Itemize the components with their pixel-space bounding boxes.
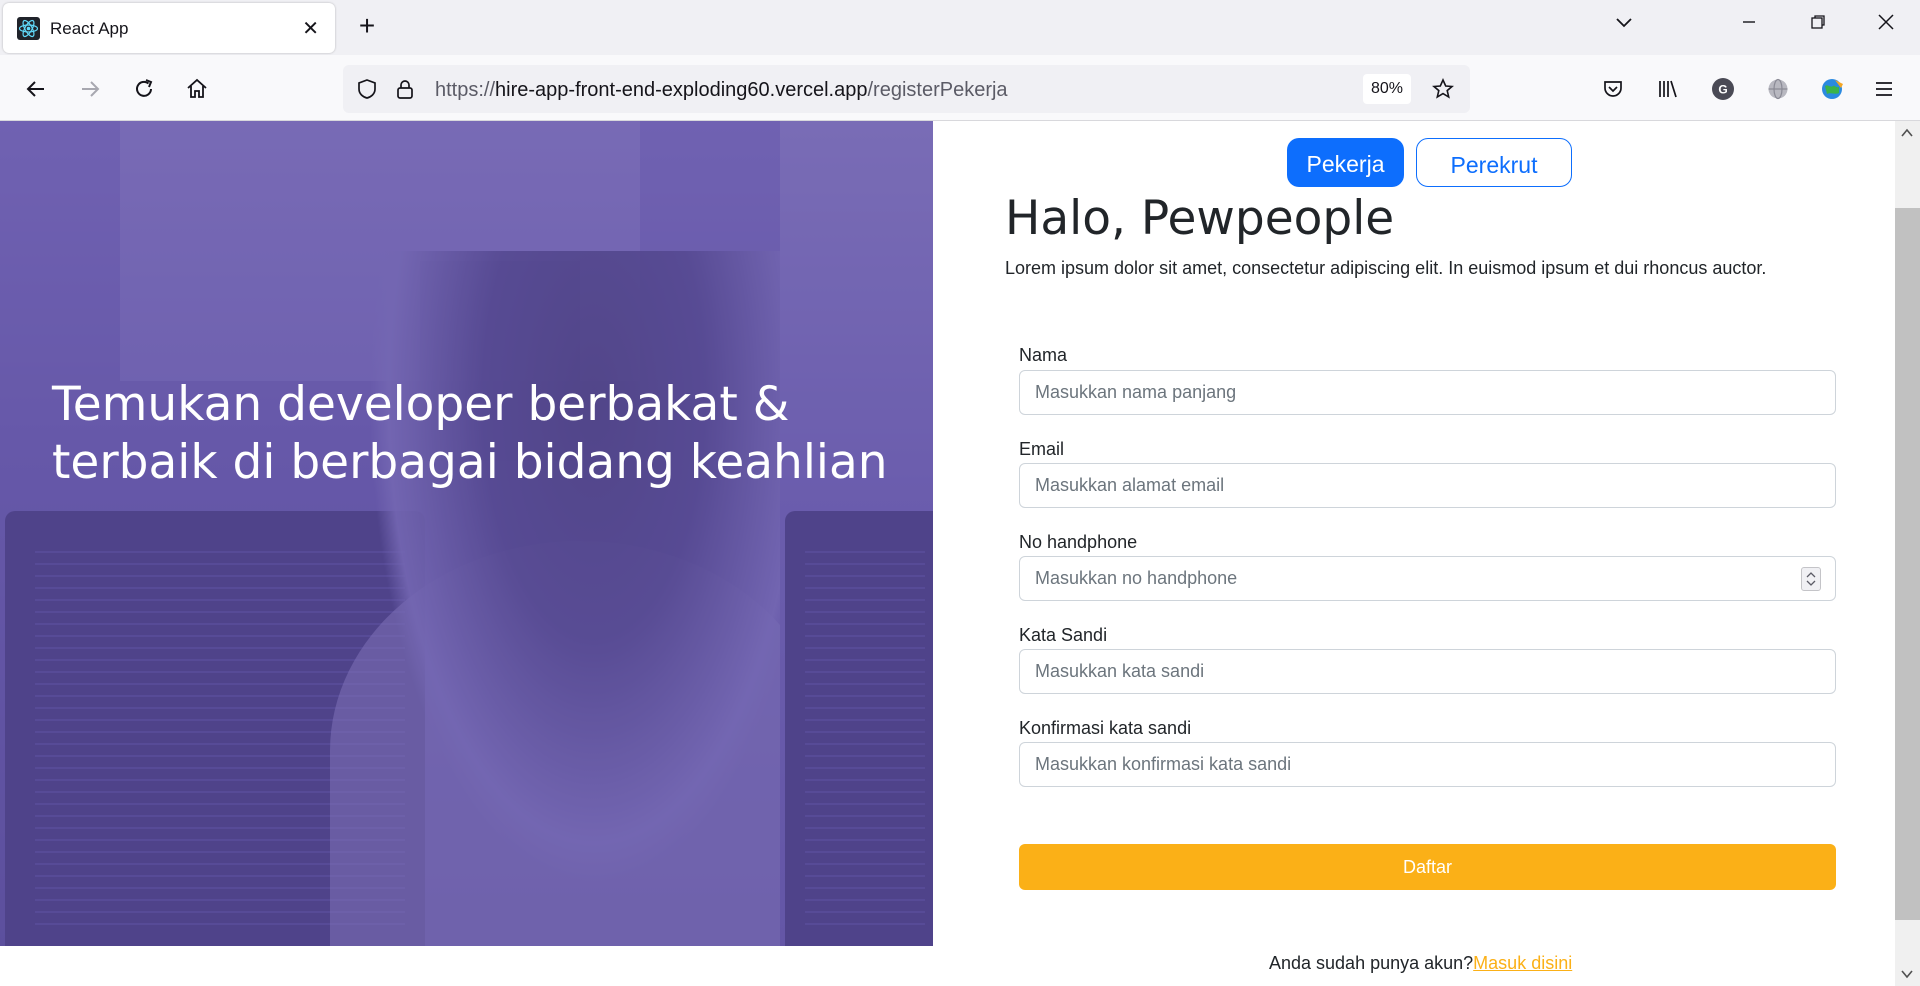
number-spinner[interactable] — [1801, 567, 1821, 591]
confirm-password-placeholder: Masukkan konfirmasi kata sandi — [1035, 754, 1292, 774]
login-prompt: Anda sudah punya akun?Masuk disini — [1269, 953, 1572, 974]
url-scheme: https:// — [435, 79, 496, 101]
address-bar[interactable]: https://hire-app-front-end-exploding60.v… — [343, 65, 1470, 113]
password-input[interactable]: Masukkan kata sandi — [1019, 649, 1836, 694]
spinner-arrows-icon — [1806, 572, 1816, 586]
lock-icon[interactable] — [391, 75, 419, 103]
tab-close-icon[interactable]: ✕ — [302, 16, 319, 41]
confirm-password-input[interactable]: Masukkan konfirmasi kata sandi — [1019, 742, 1836, 787]
browser-tab-bar: React App ✕ + — [0, 0, 1920, 55]
page-content: Temukan developer berbakat & terbaik di … — [0, 121, 1920, 986]
account-avatar[interactable]: G — [1709, 75, 1737, 103]
reload-icon[interactable] — [130, 75, 158, 103]
browser-tab[interactable]: React App ✕ — [3, 3, 335, 53]
library-icon[interactable] — [1654, 75, 1682, 103]
phone-input[interactable]: Masukkan no handphone — [1019, 556, 1836, 601]
scroll-down-icon[interactable] — [1901, 966, 1913, 982]
hero-image: Temukan developer berbakat & terbaik di … — [0, 121, 933, 946]
close-window-icon[interactable] — [1871, 12, 1901, 38]
restore-icon[interactable] — [1803, 12, 1833, 38]
phone-label: No handphone — [1019, 532, 1138, 552]
tracking-protection-shield-icon[interactable] — [353, 75, 381, 103]
register-panel: Pekerja Perekrut Halo, Pewpeople Lorem i… — [933, 121, 1895, 986]
scroll-up-icon[interactable] — [1901, 125, 1913, 141]
page-description: Lorem ipsum dolor sit amet, consectetur … — [1005, 258, 1767, 278]
email-placeholder: Masukkan alamat email — [1035, 475, 1225, 495]
role-perekrut-button[interactable]: Perekrut — [1416, 138, 1572, 187]
zoom-level-badge[interactable]: 80% — [1363, 74, 1411, 104]
page-scrollbar[interactable] — [1895, 121, 1920, 986]
password-label: Kata Sandi — [1019, 625, 1108, 645]
globe-icon[interactable] — [1764, 75, 1792, 103]
name-input[interactable]: Masukkan nama panjang — [1019, 370, 1836, 415]
url-path: /registerPekerja — [867, 79, 1008, 101]
page-title: Halo, Pewpeople — [1005, 191, 1395, 246]
email-input[interactable]: Masukkan alamat email — [1019, 463, 1836, 508]
hero-title: Temukan developer berbakat & terbaik di … — [52, 377, 888, 490]
role-pekerja-button[interactable]: Pekerja — [1287, 138, 1404, 187]
react-logo-icon — [17, 17, 40, 40]
back-icon[interactable] — [22, 75, 50, 103]
hamburger-menu-icon[interactable] — [1870, 75, 1898, 103]
name-placeholder: Masukkan nama panjang — [1035, 382, 1237, 402]
new-tab-icon[interactable]: + — [354, 10, 380, 42]
confirm-password-label: Konfirmasi kata sandi — [1019, 718, 1192, 738]
bookmark-star-icon[interactable] — [1429, 75, 1457, 103]
phone-placeholder: Masukkan no handphone — [1035, 568, 1238, 588]
account-initial: G — [1718, 83, 1727, 97]
browser-toolbar: https://hire-app-front-end-exploding60.v… — [0, 55, 1920, 121]
password-placeholder: Masukkan kata sandi — [1035, 661, 1205, 681]
minimize-icon[interactable] — [1734, 12, 1764, 38]
hero-purple-overlay — [0, 121, 933, 946]
register-button[interactable]: Daftar — [1019, 844, 1836, 890]
list-all-tabs-icon[interactable] — [1609, 12, 1639, 38]
url-text[interactable]: https://hire-app-front-end-exploding60.v… — [435, 79, 1008, 102]
forward-icon[interactable] — [76, 75, 104, 103]
scrollbar-thumb[interactable] — [1895, 208, 1920, 920]
url-host: hire-app-front-end-exploding60.vercel.ap… — [495, 79, 868, 101]
login-link[interactable]: Masuk disini — [1473, 953, 1572, 973]
home-icon[interactable] — [183, 75, 211, 103]
email-label: Email — [1019, 439, 1065, 459]
login-prompt-text: Anda sudah punya akun? — [1269, 953, 1474, 973]
pocket-icon[interactable] — [1599, 75, 1627, 103]
extension-earth-icon[interactable] — [1818, 75, 1846, 103]
name-label: Nama — [1019, 345, 1068, 365]
tab-title: React App — [50, 19, 129, 38]
